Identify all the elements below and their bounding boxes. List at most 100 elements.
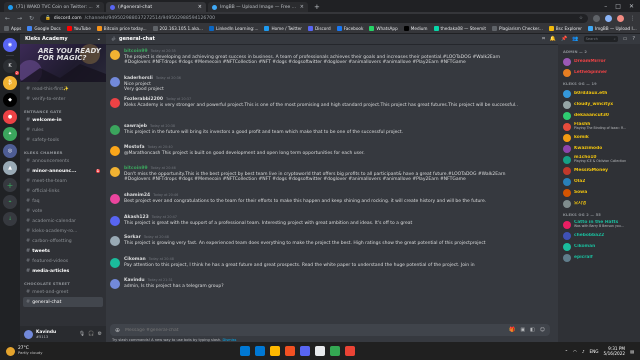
channel-item[interactable]: # kleks-academy-ro... bbox=[23, 226, 103, 236]
bookmark-item[interactable]: Medium bbox=[403, 26, 428, 31]
avatar[interactable] bbox=[110, 236, 120, 246]
channel-item[interactable]: # carbon-offsetting bbox=[23, 236, 103, 246]
channel-item[interactable]: # announcements bbox=[23, 156, 103, 166]
taskbar-app-icon[interactable] bbox=[315, 346, 325, 356]
profile-avatar[interactable] bbox=[617, 14, 624, 22]
clock[interactable]: 9:31 PM 5/16/2022 bbox=[604, 346, 625, 356]
channel-category[interactable]: KLEKS CHAMBER bbox=[20, 145, 106, 156]
avatar[interactable] bbox=[110, 77, 120, 87]
message-author[interactable]: Fozlerabbi2200 bbox=[124, 97, 163, 102]
channel-item[interactable]: # academic-calendar bbox=[23, 216, 103, 226]
member-item[interactable]: komik bbox=[558, 132, 640, 143]
message-author[interactable]: Sorkar bbox=[124, 235, 141, 240]
channel-item[interactable]: # safety-tools bbox=[23, 135, 103, 145]
bookmark-item[interactable]: WhatsApp bbox=[369, 26, 398, 31]
message-author[interactable]: bitcoin99 bbox=[124, 166, 148, 171]
emoji-icon[interactable]: ☺ bbox=[540, 327, 545, 333]
gif-icon[interactable]: ▣ bbox=[520, 327, 525, 333]
language-indicator[interactable]: ENG bbox=[590, 349, 599, 354]
member-item[interactable]: dekaaancut30 bbox=[558, 110, 640, 121]
bookmark-item[interactable]: ImgBB — Upload I... bbox=[587, 26, 637, 31]
sticker-icon[interactable]: ◧ bbox=[530, 327, 535, 333]
new-tab-button[interactable]: + bbox=[310, 3, 324, 12]
close-tab-icon[interactable]: × bbox=[300, 4, 304, 10]
avatar[interactable] bbox=[110, 125, 120, 135]
taskbar-app-icon[interactable] bbox=[270, 346, 280, 356]
weather-widget[interactable]: 27°C Partly cloudy bbox=[6, 346, 43, 356]
member-item[interactable]: LetheSpinner bbox=[558, 67, 640, 78]
member-item[interactable]: Cikoman bbox=[558, 241, 640, 252]
member-item[interactable]: Sowa bbox=[558, 187, 640, 198]
close-tab-icon[interactable]: × bbox=[96, 4, 100, 10]
message-author[interactable]: Kavindu bbox=[124, 278, 145, 283]
member-item[interactable]: cloudy_wincityx bbox=[558, 99, 640, 110]
channel-item[interactable]: # meet-the-team bbox=[23, 176, 103, 186]
bookmark-item[interactable]: Bsc Explorer bbox=[548, 26, 582, 31]
inbox-icon[interactable]: ▭ bbox=[623, 36, 628, 42]
channel-item[interactable]: # minor-announc... 1 bbox=[23, 166, 103, 176]
member-item[interactable]: Kwazimodo bbox=[558, 143, 640, 154]
server-icon[interactable]: ◎ bbox=[3, 144, 17, 158]
channel-item[interactable]: # welcome-in bbox=[23, 115, 103, 125]
member-item[interactable]: chebobba22 bbox=[558, 230, 640, 241]
member-item[interactable]: 오시영 bbox=[558, 198, 640, 209]
bookmark-item[interactable]: Discord bbox=[307, 26, 331, 31]
avatar[interactable] bbox=[110, 216, 120, 226]
channel-item[interactable]: # featured-videos bbox=[23, 256, 103, 266]
message-author[interactable]: Akash123 bbox=[124, 215, 149, 220]
bookmark-item[interactable]: Google Docs bbox=[27, 26, 61, 31]
close-tab-icon[interactable]: × bbox=[198, 4, 202, 10]
avatar[interactable] bbox=[110, 279, 120, 289]
attach-icon[interactable]: ⊕ bbox=[115, 327, 120, 334]
gift-icon[interactable]: 🎁 bbox=[509, 327, 515, 333]
avatar[interactable] bbox=[110, 258, 120, 268]
browser-tab[interactable]: ImgBB — Upload Image — Free ... × bbox=[208, 2, 308, 12]
browser-menu-icon[interactable]: ⋮ bbox=[629, 15, 636, 22]
extension-icon[interactable] bbox=[605, 14, 612, 22]
message-author[interactable]: kaderhorsli bbox=[124, 76, 153, 81]
url-field[interactable]: 🔒 discord.com/channels/94950298803727251… bbox=[40, 13, 588, 23]
member-item[interactable]: Ola2 bbox=[558, 176, 640, 187]
taskbar-app-icon[interactable] bbox=[300, 346, 310, 356]
avatar[interactable] bbox=[110, 146, 120, 156]
extension-icon[interactable] bbox=[593, 14, 600, 22]
bookmark-item[interactable]: YouTube bbox=[66, 26, 91, 31]
home-icon[interactable]: ◉ bbox=[3, 38, 17, 52]
browser-tab[interactable]: (71) WAKO TVC Coin on Twitter: ... × bbox=[4, 2, 104, 12]
channel-item[interactable]: # general-chat bbox=[23, 297, 103, 307]
channel-item[interactable]: # read-this-first✨ bbox=[23, 84, 103, 94]
bookmark-item[interactable]: Bitcoin price today... bbox=[96, 26, 147, 31]
pin-icon[interactable]: 📌 bbox=[561, 36, 567, 42]
bookmark-item[interactable]: Apps bbox=[4, 26, 21, 31]
guild-header[interactable]: Kleks Academy ⌄ bbox=[20, 34, 106, 44]
member-item[interactable]: m1cho10 Playing ICE & Oblivion Collection bbox=[558, 154, 640, 165]
bookmark-item[interactable]: thedaka08 — Steemit bbox=[433, 26, 486, 31]
headphones-icon[interactable]: 🎧 bbox=[88, 331, 94, 337]
member-item[interactable]: Catto in the Hatts Was with Barry B Benso… bbox=[558, 219, 640, 230]
bell-icon[interactable]: 🔔 bbox=[550, 36, 556, 42]
member-item[interactable]: epicralf bbox=[558, 252, 640, 263]
members-icon[interactable]: 👥 bbox=[572, 36, 578, 42]
microphone-icon[interactable]: 🎙 bbox=[79, 331, 85, 337]
wifi-icon[interactable]: ◠ bbox=[573, 349, 577, 354]
explore-servers-icon[interactable]: ⌖ bbox=[3, 195, 17, 209]
channel-item[interactable]: # rules bbox=[23, 125, 103, 135]
member-item[interactable]: MessiGMoney bbox=[558, 165, 640, 176]
avatar[interactable] bbox=[110, 167, 120, 177]
search-input[interactable]: Search ⌕ bbox=[583, 36, 618, 42]
server-icon[interactable]: ₿ bbox=[3, 76, 17, 90]
channel-item[interactable]: # official-links bbox=[23, 186, 103, 196]
channel-item[interactable]: # verify-to-enter bbox=[23, 94, 103, 104]
message-input[interactable] bbox=[125, 327, 505, 333]
server-icon[interactable]: ● bbox=[3, 110, 17, 124]
threads-icon[interactable]: ⌗ bbox=[542, 36, 545, 42]
notification-icon[interactable]: ▤ bbox=[630, 349, 634, 354]
reload-icon[interactable]: ↻ bbox=[28, 15, 35, 22]
member-item[interactable]: Flashh Playing The Binding of Isaac: R... bbox=[558, 121, 640, 132]
channel-item[interactable]: # faq bbox=[23, 196, 103, 206]
server-icon[interactable]: ✦ bbox=[3, 127, 17, 141]
message-author[interactable]: shamim24 bbox=[124, 193, 150, 198]
message-author[interactable]: sawrajeb bbox=[124, 124, 147, 129]
bookmark-item[interactable]: LinkedIn Learning:... bbox=[208, 26, 258, 31]
browser-tab[interactable]: (#general-chat × bbox=[106, 2, 206, 12]
